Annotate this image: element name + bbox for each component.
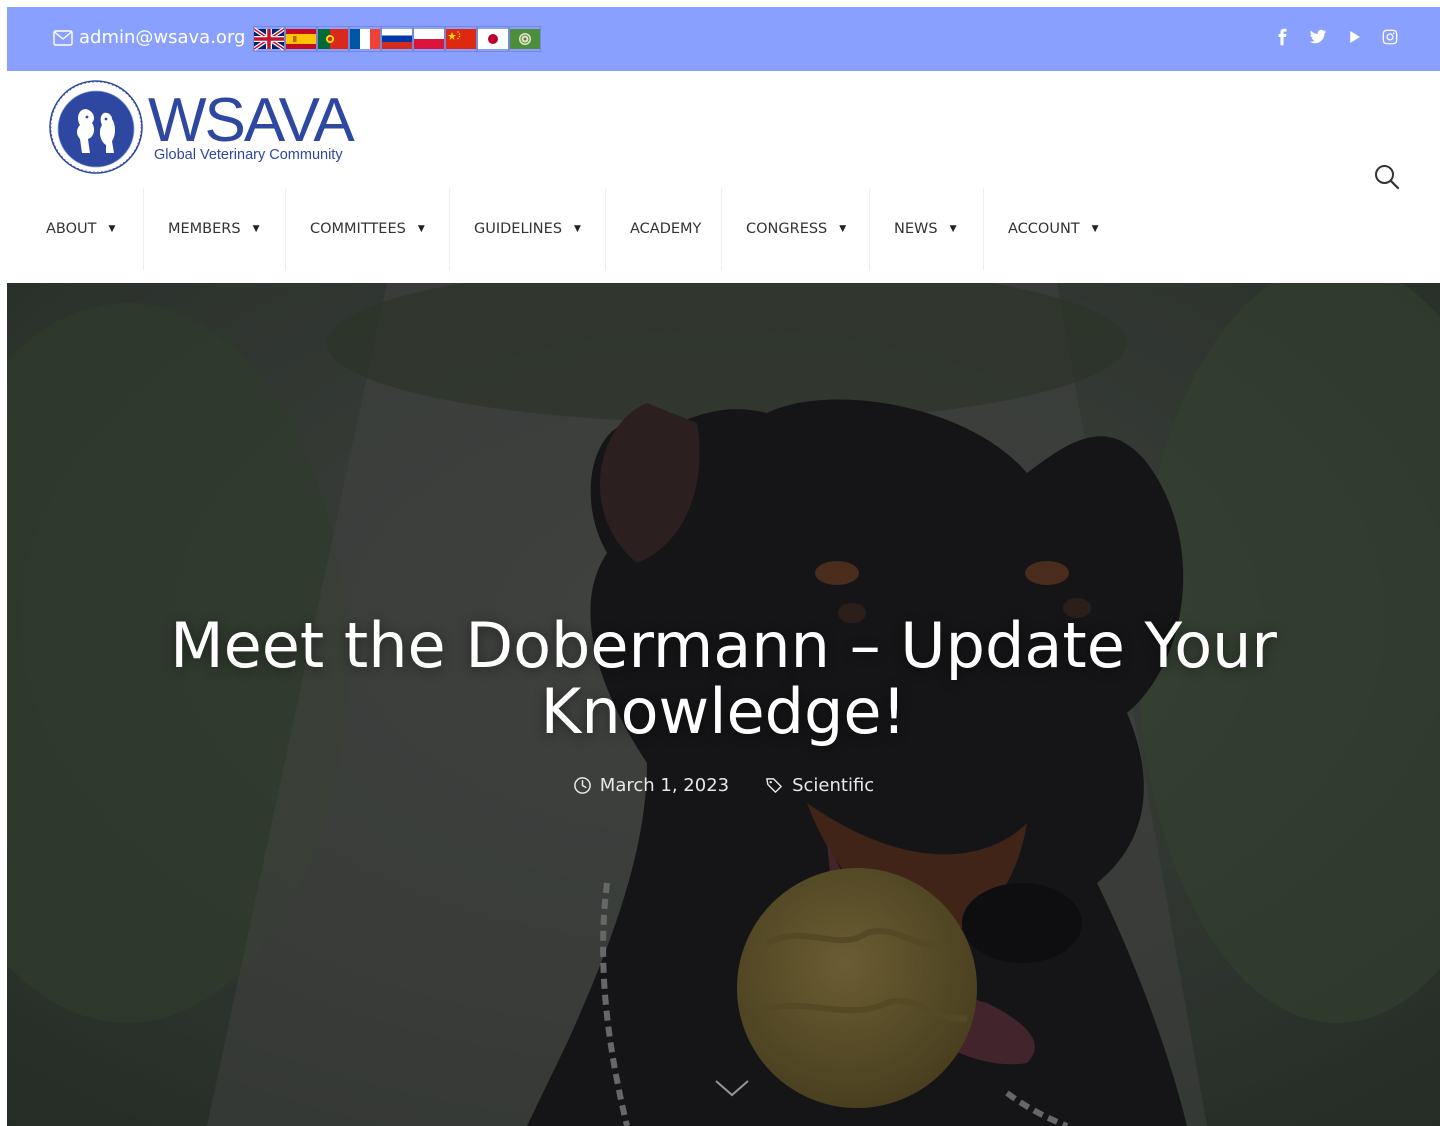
envelope-icon (53, 29, 73, 46)
caret-down-icon: ▼ (1091, 224, 1099, 234)
email-text: admin@wsava.org (79, 27, 246, 48)
social-links (1272, 27, 1400, 47)
nav-item-members[interactable]: MEMBERS ▼ (144, 188, 286, 270)
nav-item-congress[interactable]: CONGRESS ▼ (722, 188, 870, 270)
nav-label: COMMITTEES (310, 221, 406, 237)
instagram-icon[interactable] (1380, 27, 1400, 47)
chevron-down-icon[interactable] (712, 1073, 752, 1103)
nav-item-account[interactable]: ACCOUNT ▼ (984, 188, 1114, 270)
top-bar: admin@wsava.org (7, 7, 1440, 71)
tags-icon (766, 778, 782, 793)
flag-french-icon[interactable] (349, 26, 381, 52)
language-flags (253, 26, 541, 52)
flag-portuguese-icon[interactable] (317, 26, 349, 52)
youtube-icon[interactable] (1344, 27, 1364, 47)
flag-russian-icon[interactable] (381, 26, 413, 52)
flag-spanish-icon[interactable] (285, 26, 317, 52)
caret-down-icon: ▼ (839, 224, 847, 234)
nav-item-committees[interactable]: COMMITTEES ▼ (286, 188, 450, 270)
search-icon[interactable] (1373, 163, 1401, 191)
post-date: March 1, 2023 (573, 775, 729, 796)
hero-title: Meet the Dobermann – Update Your Knowled… (170, 609, 1277, 748)
clock-icon (573, 777, 591, 794)
post-category-text: Scientific (792, 775, 875, 796)
main-nav: ABOUT ▼ MEMBERS ▼ COMMITTEES ▼ GUIDELINES ▼ … (0, 188, 1114, 270)
twitter-icon[interactable] (1308, 27, 1328, 47)
flag-english-icon[interactable] (253, 26, 285, 52)
nav-label: ACCOUNT (1008, 221, 1080, 237)
nav-item-about[interactable]: ABOUT ▼ (0, 188, 144, 270)
nav-label: CONGRESS (746, 221, 828, 237)
flag-chinese-icon[interactable] (445, 26, 477, 52)
email-link[interactable]: admin@wsava.org (53, 27, 245, 48)
nav-label: ABOUT (46, 221, 97, 237)
nav-label: MEMBERS (168, 221, 241, 237)
caret-down-icon: ▼ (252, 224, 260, 234)
hero-banner: Meet the Dobermann – Update Your Knowled… (7, 283, 1440, 1126)
flag-polish-icon[interactable] (413, 26, 445, 52)
caret-down-icon: ▼ (417, 224, 425, 234)
facebook-icon[interactable] (1272, 27, 1292, 47)
nav-label: ACADEMY (630, 221, 702, 237)
nav-label: NEWS (894, 221, 938, 237)
site-logo[interactable]: WSAVA Global Veterinary Community (46, 79, 356, 175)
nav-item-academy[interactable]: ACADEMY (606, 188, 722, 270)
flag-arabic-icon[interactable] (509, 26, 541, 52)
nav-label: GUIDELINES (474, 221, 563, 237)
post-category[interactable]: Scientific (765, 775, 874, 796)
caret-down-icon: ▼ (108, 224, 116, 234)
nav-item-guidelines[interactable]: GUIDELINES ▼ (450, 188, 606, 270)
logo-wordmark: WSAVA (148, 86, 355, 155)
nav-item-news[interactable]: NEWS ▼ (870, 188, 984, 270)
caret-down-icon: ▼ (949, 224, 957, 234)
caret-down-icon: ▼ (574, 224, 581, 234)
flag-japanese-icon[interactable] (477, 26, 509, 52)
post-meta: March 1, 2023 Scientific (7, 775, 1440, 796)
wsava-seal-icon (49, 80, 143, 174)
post-date-text: March 1, 2023 (599, 775, 730, 796)
logo-tagline: Global Veterinary Community (154, 147, 343, 163)
